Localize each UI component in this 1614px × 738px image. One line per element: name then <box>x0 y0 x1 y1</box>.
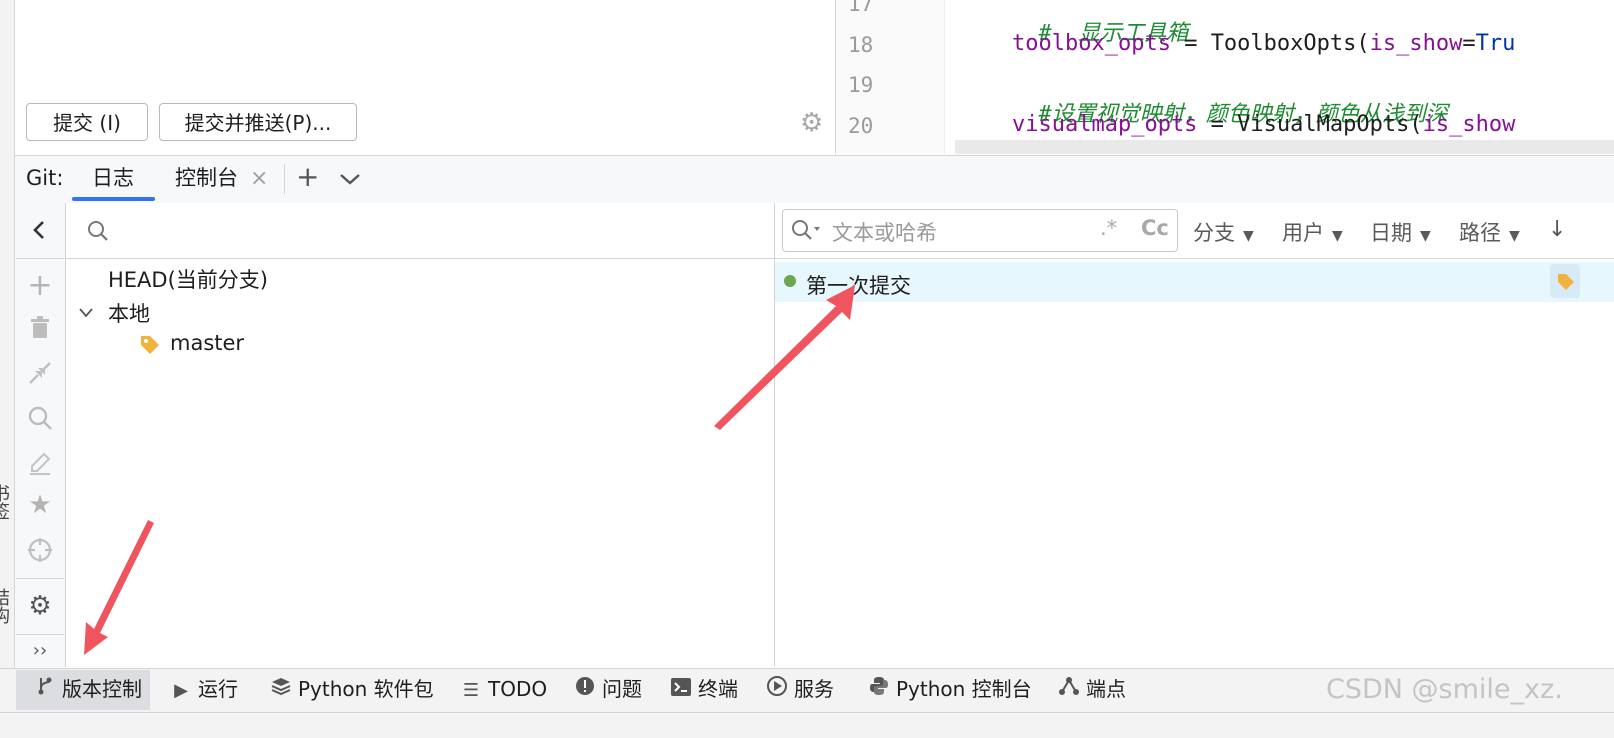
dropdown-caret-icon: ▼ <box>1420 228 1431 244</box>
code-token: = VisualMapOpts( <box>1197 112 1423 137</box>
line-number: 20 <box>848 114 874 138</box>
tool-window-version-control[interactable]: 版本控制 <box>34 668 142 711</box>
tool-window-label: Python 软件包 <box>298 677 434 701</box>
edit-icon[interactable] <box>27 450 53 476</box>
add-branch-icon[interactable]: + <box>15 268 65 303</box>
endpoints-icon <box>1058 669 1080 712</box>
tool-window-services[interactable]: 服务 <box>766 668 834 711</box>
filter-user-dropdown[interactable]: 用户 ▼ <box>1282 217 1343 247</box>
git-prefix-label: Git: <box>26 166 64 190</box>
tag-icon <box>139 334 161 356</box>
terminal-icon <box>670 669 692 712</box>
tree-item-master-branch[interactable]: master <box>170 331 244 355</box>
tool-window-terminal[interactable]: 终端 <box>670 668 738 711</box>
chevron-down-icon[interactable] <box>338 171 362 187</box>
tool-window-problems[interactable]: 问题 <box>574 668 642 711</box>
line-number: 18 <box>848 33 874 57</box>
search-branch-icon[interactable] <box>27 405 53 431</box>
settings-gear-icon[interactable]: ⚙ <box>15 591 65 621</box>
dropdown-caret-icon: ▼ <box>1243 228 1254 244</box>
add-tab-icon[interactable]: + <box>296 153 319 200</box>
tree-group-local[interactable]: 本地 <box>108 298 150 328</box>
horizontal-scrollbar[interactable] <box>955 140 1614 154</box>
tool-window-run[interactable]: ▶ 运行 <box>170 668 238 711</box>
branch-icon <box>34 669 56 712</box>
toolbar-divider <box>16 634 64 635</box>
alert-icon <box>574 669 596 712</box>
line-number: 19 <box>848 73 874 97</box>
locate-icon[interactable] <box>27 537 53 563</box>
tab-log[interactable]: 日志 <box>92 155 134 202</box>
left-gutter: 书签 结构 <box>0 0 15 690</box>
tool-window-python-console[interactable]: Python 控制台 <box>868 668 1032 711</box>
code-line: visualmap_opts = VisualMapOpts(is_show <box>1012 112 1515 137</box>
search-icon <box>86 219 110 243</box>
tool-window-label: Python 控制台 <box>896 677 1032 701</box>
tool-window-label: 问题 <box>602 677 642 701</box>
tabs-divider <box>284 164 285 194</box>
play-icon: ▶ <box>174 680 188 701</box>
filter-label: 日期 <box>1370 221 1412 245</box>
code-token: toolbox_opts <box>1012 31 1171 56</box>
tool-window-label: TODO <box>488 677 548 701</box>
match-case-toggle-icon[interactable]: Cc <box>1141 216 1169 240</box>
status-bar <box>0 712 1614 738</box>
watermark-text: CSDN @smile_xz. <box>1326 674 1563 705</box>
filter-label: 用户 <box>1282 221 1324 245</box>
compare-icon[interactable] <box>27 360 53 386</box>
log-search-placeholder: 文本或哈希 <box>832 221 937 245</box>
filter-date-dropdown[interactable]: 日期 ▼ <box>1370 217 1431 247</box>
collapse-left-icon[interactable] <box>27 218 53 242</box>
filter-path-dropdown[interactable]: 路径 ▼ <box>1459 217 1520 247</box>
filter-label: 分支 <box>1193 221 1235 245</box>
code-token: Tru <box>1475 31 1516 56</box>
services-icon <box>766 669 788 712</box>
code-token: = ToolboxOpts( <box>1170 31 1370 56</box>
annotation-arrow-to-vcs <box>84 520 154 655</box>
active-tab-indicator <box>72 197 155 201</box>
code-token: is_show <box>1369 31 1463 56</box>
toolbar-divider <box>16 578 64 579</box>
tool-window-todo[interactable]: ☰ TODO <box>460 668 547 711</box>
tool-window-label: 版本控制 <box>62 677 142 701</box>
tool-window-python-packages[interactable]: Python 软件包 <box>270 668 434 711</box>
tree-item-head[interactable]: HEAD(当前分支) <box>108 264 268 294</box>
dropdown-caret-icon: ▼ <box>1509 228 1520 244</box>
toolbar-divider <box>16 258 64 259</box>
tool-window-label: 服务 <box>794 677 834 701</box>
dropdown-caret-icon: ▼ <box>1332 228 1343 244</box>
close-tab-icon[interactable]: × <box>250 155 268 202</box>
expand-more-icon[interactable]: ›› <box>15 640 65 661</box>
code-token: is_show <box>1422 112 1516 137</box>
search-history-icon[interactable] <box>790 218 822 242</box>
commit-button[interactable]: 提交 (I) <box>26 103 148 141</box>
commit-options-gear-icon[interactable]: ⚙ <box>800 110 826 136</box>
code-token: = <box>1462 31 1476 56</box>
sort-arrow-icon[interactable]: ↓ <box>1548 217 1566 242</box>
commit-and-push-button[interactable]: 提交并推送(P)... <box>159 103 357 141</box>
code-token: visualmap_opts <box>1012 112 1198 137</box>
list-icon: ☰ <box>462 680 480 701</box>
commit-ref-tag <box>1550 264 1580 298</box>
favorite-star-icon[interactable]: ★ <box>15 490 65 520</box>
tool-window-label: 运行 <box>198 677 238 701</box>
tool-window-label: 端点 <box>1086 677 1126 701</box>
expand-chevron-icon[interactable] <box>78 304 94 318</box>
commit-panel: 提交 (I) 提交并推送(P)... <box>15 0 836 154</box>
tab-console[interactable]: 控制台 <box>175 155 238 202</box>
tool-window-label: 终端 <box>698 677 738 701</box>
annotation-arrow-to-commit <box>714 285 855 430</box>
line-number: 17 <box>848 0 874 16</box>
structure-tab[interactable]: 结构 <box>0 588 12 624</box>
regex-toggle-icon[interactable]: .* <box>1100 216 1117 240</box>
delete-icon[interactable] <box>29 316 51 340</box>
branch-search-field[interactable] <box>66 203 774 259</box>
filter-branch-dropdown[interactable]: 分支 ▼ <box>1193 217 1254 247</box>
tool-window-endpoints[interactable]: 端点 <box>1058 668 1126 711</box>
layers-icon <box>270 669 292 712</box>
bookmarks-tab[interactable]: 书签 <box>0 484 12 520</box>
filter-label: 路径 <box>1459 221 1501 245</box>
python-icon <box>868 669 890 712</box>
code-line: toolbox_opts = ToolboxOpts(is_show=Tru <box>1012 31 1515 56</box>
